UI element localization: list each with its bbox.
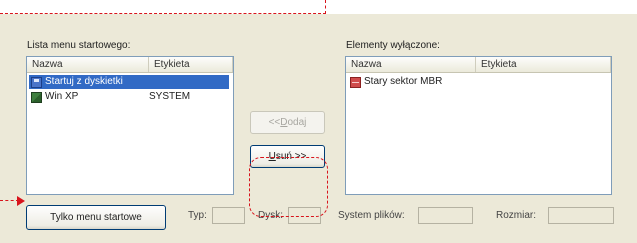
windows-icon	[31, 91, 42, 103]
boot-list-label: Lista menu startowego:	[27, 40, 131, 51]
excluded-list-label: Elementy wyłączone:	[346, 40, 440, 51]
size-field	[548, 207, 614, 224]
entry-name: Win XP	[45, 91, 79, 102]
filesystem-label: System plików:	[338, 210, 405, 221]
top-annotation-bracket	[0, 0, 326, 14]
disk-highlight-annotation	[249, 157, 328, 217]
column-name-header[interactable]: Nazwa	[346, 57, 476, 72]
column-label-header[interactable]: Etykieta	[149, 57, 233, 72]
entry-label: SYSTEM	[149, 91, 191, 102]
size-label: Rozmiar:	[496, 210, 537, 221]
excluded-entry-mbr[interactable]: Stary sektor MBR	[348, 75, 609, 89]
boot-menu-only-button[interactable]: Tylko menu startowe	[26, 205, 166, 230]
entry-name: Startuj z dyskietki	[45, 76, 123, 87]
add-button[interactable]: << Dodaj	[250, 111, 325, 134]
type-label: Typ:	[188, 210, 207, 221]
excluded-items-listview[interactable]: Nazwa Etykieta Stary sektor MBR	[345, 56, 612, 195]
column-name-header[interactable]: Nazwa	[27, 57, 149, 72]
boot-menu-listview[interactable]: Nazwa Etykieta Startuj z dyskietki Win X…	[26, 56, 234, 195]
filesystem-field	[418, 207, 473, 224]
mbr-icon	[350, 76, 361, 88]
boot-entry-winxp[interactable]: Win XP SYSTEM	[29, 90, 229, 104]
boot-entry-floppy[interactable]: Startuj z dyskietki	[29, 75, 229, 89]
type-field	[212, 207, 245, 224]
floppy-icon	[31, 76, 42, 88]
entry-name: Stary sektor MBR	[364, 76, 443, 87]
arrow-head-icon	[17, 196, 25, 206]
column-label-header[interactable]: Etykieta	[476, 57, 611, 72]
excluded-list-header: Nazwa Etykieta	[346, 57, 611, 73]
boot-list-header: Nazwa Etykieta	[27, 57, 233, 73]
